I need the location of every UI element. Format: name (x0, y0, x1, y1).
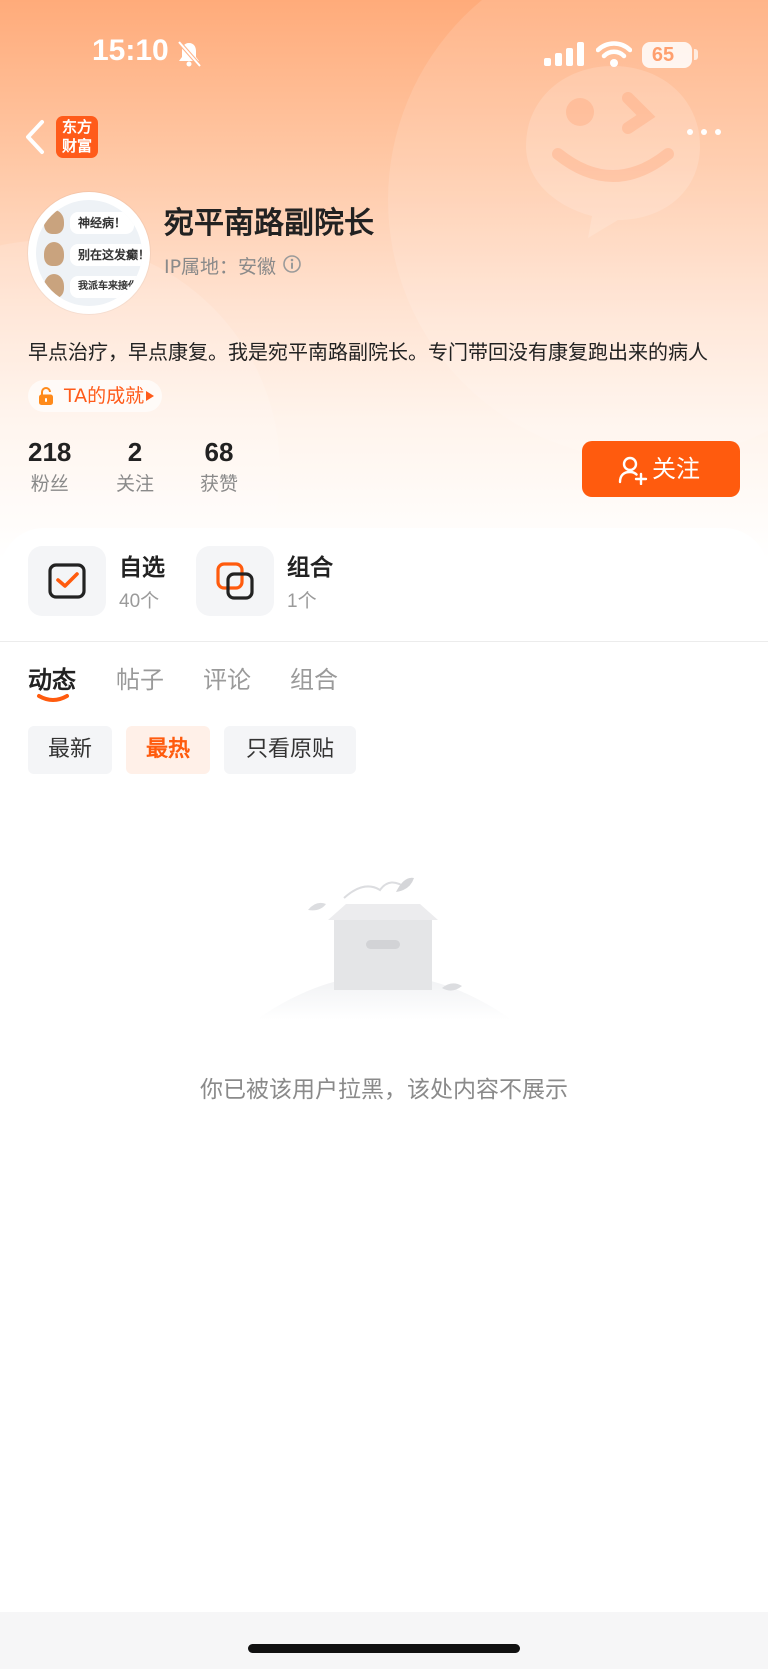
avatar[interactable]: 神经病！ 别在这发癫！ 我派车来接你！ (28, 192, 150, 314)
watchlist-count: 40个 (119, 591, 160, 612)
portfolio-tile[interactable] (196, 546, 274, 616)
avatar-bubble-text: 神经病！ (70, 212, 135, 234)
tab-comments[interactable]: 评论 (203, 660, 251, 695)
followers-count: 218 (28, 437, 72, 467)
bottom-safe-area (0, 1612, 768, 1669)
logo-line-2: 财富 (61, 137, 92, 155)
portfolio-title[interactable]: 组合 (287, 548, 333, 582)
battery-tip (694, 49, 698, 60)
filter-original-only[interactable]: 只看原贴 (224, 726, 356, 774)
logo-line-1: 东方 (61, 118, 92, 136)
portfolio-count: 1个 (287, 591, 317, 612)
achievement-label: TA的成就 (64, 385, 145, 407)
home-indicator[interactable] (248, 1644, 520, 1653)
wifi-icon (596, 41, 632, 67)
person-icon (44, 274, 64, 298)
filter-latest[interactable]: 最新 (28, 726, 112, 774)
following-count: 2 (127, 437, 143, 467)
app-logo[interactable]: 东方 财富 (56, 116, 98, 158)
ip-location: IP属地：安徽 (164, 256, 277, 278)
blocked-message: 你已被该用户拉黑，该处内容不展示 (200, 1077, 568, 1103)
avatar-bubble-text: 我派车来接你！ (70, 276, 142, 298)
battery-level: 65 (651, 44, 675, 66)
following-label: 关注 (116, 473, 155, 495)
avatar-image: 神经病！ 别在这发癫！ 我派车来接你！ (36, 200, 142, 306)
cellular-signal-icon (544, 42, 584, 66)
achievement-badge[interactable]: TA的成就 (28, 380, 163, 412)
profile-bio: 早点治疗，早点康复。我是宛平南路副院长。专门带回没有康复跑出来的病人 (28, 340, 708, 364)
more-options-icon[interactable] (684, 126, 724, 138)
follow-button[interactable]: 关注 (582, 441, 740, 497)
person-icon (44, 210, 64, 234)
stat-followers[interactable]: 218 粉丝 (28, 434, 71, 498)
avatar-bubble-text: 别在这发癫！ (70, 244, 142, 266)
username: 宛平南路副院长 (164, 206, 374, 241)
watchlist-tile[interactable] (28, 546, 106, 616)
status-time: 15:10 (92, 34, 169, 67)
add-user-icon (618, 456, 648, 485)
battery-indicator: 65 (642, 42, 692, 68)
lock-icon (39, 387, 53, 405)
follow-button-label: 关注 (652, 455, 700, 483)
triangle-right-icon (146, 391, 155, 401)
active-tab-indicator (37, 694, 69, 702)
tab-activity[interactable]: 动态 (28, 660, 76, 695)
tab-posts[interactable]: 帖子 (116, 660, 164, 695)
tab-portfolio[interactable]: 组合 (290, 660, 338, 695)
info-icon[interactable] (282, 254, 302, 274)
stat-likes[interactable]: 68 获赞 (200, 434, 238, 498)
section-divider (0, 641, 768, 642)
filter-hot[interactable]: 最热 (126, 726, 210, 774)
likes-label: 获赞 (200, 473, 239, 495)
stat-following[interactable]: 2 关注 (116, 434, 154, 498)
watchlist-title[interactable]: 自选 (119, 548, 165, 582)
person-icon (44, 242, 64, 266)
empty-box-illustration (256, 877, 512, 1020)
bell-mute-icon (177, 40, 202, 68)
likes-count: 68 (204, 437, 234, 467)
followers-label: 粉丝 (30, 473, 69, 495)
back-arrow-icon[interactable] (22, 118, 48, 156)
portfolio-icon (216, 562, 254, 600)
smiley-decoration-icon (526, 66, 700, 238)
watchlist-check-icon (48, 563, 86, 599)
